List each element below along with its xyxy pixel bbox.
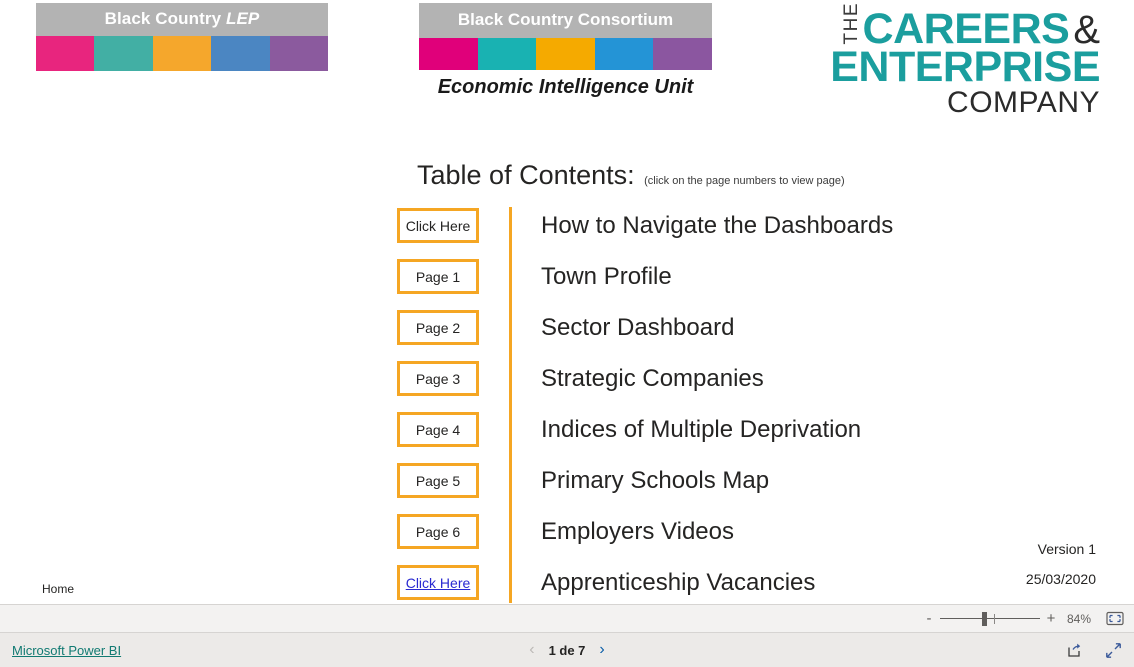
toc-row: Page 2 Sector Dashboard [397, 310, 1097, 361]
zoom-slider-tick [994, 613, 995, 624]
zoom-slider[interactable] [940, 611, 1040, 627]
lep-swatch-pink [36, 36, 95, 71]
toc-entry-label: Apprenticeship Vacancies [541, 569, 816, 596]
toc-row: Page 6 Employers Videos [397, 514, 1097, 565]
consortium-swatch-teal [477, 38, 537, 70]
toc-page-button-6[interactable]: Page 5 [397, 463, 479, 498]
consortium-logo-title: Black Country Consortium [419, 3, 712, 38]
toc-row: Click Here Apprenticeship Vacancies [397, 565, 1097, 604]
home-label[interactable]: Home [42, 582, 74, 596]
consortium-swatch-purple [653, 38, 712, 70]
page-indicator: 1 de 7 [548, 642, 586, 658]
lep-swatch-orange [152, 36, 212, 71]
page-subtitle: (click on the page numbers to view page) [644, 175, 845, 187]
cec-logo-line-one: THE CAREERS & [800, 2, 1100, 51]
page-title: Table of Contents: [417, 160, 635, 190]
toc-page-button-label: Page 1 [415, 268, 461, 285]
toc-page-button-3[interactable]: Page 2 [397, 310, 479, 345]
economic-intelligence-unit-caption: Economic Intelligence Unit [437, 76, 694, 98]
table-of-contents-list: Click Here How to Navigate the Dashboards… [397, 208, 1097, 604]
toc-row: Page 4 Indices of Multiple Deprivation [397, 412, 1097, 463]
black-country-consortium-logo: Black Country Consortium Economic Intell… [419, 3, 712, 99]
toc-row: Page 1 Town Profile [397, 259, 1097, 310]
toc-page-button-5[interactable]: Page 4 [397, 412, 479, 447]
toc-entry-label: Strategic Companies [541, 365, 764, 392]
toc-page-button-label: Page 4 [415, 421, 461, 438]
toc-entry-label: Primary Schools Map [541, 467, 770, 494]
zoom-slider-track [940, 617, 1040, 619]
toc-page-button-2[interactable]: Page 1 [397, 259, 479, 294]
consortium-swatch-amber [536, 38, 595, 70]
consortium-swatch-magenta [419, 38, 478, 70]
chevron-left-icon[interactable]: ‹ [529, 642, 534, 658]
footer-bar: Microsoft Power BI ‹ 1 de 7 › [0, 633, 1134, 667]
careers-enterprise-company-logo: THE CAREERS & ENTERPRISE COMPANY [800, 2, 1100, 118]
zoom-status-bar: - + 84% [0, 604, 1134, 633]
table-of-contents-heading: Table of Contents: (click on the page nu… [417, 160, 845, 191]
zoom-slider-thumb[interactable] [982, 611, 987, 626]
toc-page-button-label: Click Here [405, 574, 471, 591]
cec-company-text: COMPANY [947, 86, 1100, 120]
report-canvas: Black Country LEP Black Country Consorti… [0, 0, 1134, 604]
lep-logo-title-italic: LEP [226, 9, 260, 28]
fullscreen-icon[interactable] [1105, 642, 1122, 659]
footer-actions [1066, 642, 1122, 659]
zoom-in-button[interactable]: + [1044, 611, 1058, 626]
lep-logo-title-main: Black Country [104, 9, 222, 28]
chevron-right-icon[interactable]: › [599, 642, 604, 658]
lep-logo-swatches [36, 36, 329, 71]
toc-entry-label: Employers Videos [541, 518, 734, 545]
cec-enterprise-text: ENTERPRISE [830, 42, 1100, 91]
version-block: Version 1 25/03/2020 [1026, 542, 1096, 586]
toc-row: Click Here How to Navigate the Dashboards [397, 208, 1097, 259]
version-number: Version 1 [1037, 541, 1096, 557]
toc-page-button-label: Page 5 [415, 472, 461, 489]
toc-row: Page 5 Primary Schools Map [397, 463, 1097, 514]
zoom-out-button[interactable]: - [922, 611, 936, 626]
lep-swatch-teal [94, 36, 153, 71]
black-country-lep-logo: Black Country LEP [36, 3, 329, 71]
toc-page-button-label: Page 6 [415, 523, 461, 540]
toc-page-button-7[interactable]: Page 6 [397, 514, 479, 549]
lep-swatch-blue [211, 36, 270, 71]
toc-page-button-4[interactable]: Page 3 [397, 361, 479, 396]
toc-page-button-8[interactable]: Click Here [397, 565, 479, 600]
toc-page-button-label: Click Here [405, 217, 471, 234]
toc-entry-label: Town Profile [541, 263, 672, 290]
lep-logo-title: Black Country LEP [36, 3, 328, 36]
toc-row: Page 3 Strategic Companies [397, 361, 1097, 412]
toc-entry-label: How to Navigate the Dashboards [541, 212, 894, 239]
toc-page-button-label: Page 3 [415, 370, 461, 387]
cec-the-text: THE [840, 2, 862, 45]
version-date: 25/03/2020 [1025, 571, 1096, 587]
lep-swatch-purple [269, 36, 329, 71]
zoom-percentage: 84% [1066, 611, 1092, 626]
toc-entry-label: Indices of Multiple Deprivation [541, 416, 862, 443]
toc-entry-label: Sector Dashboard [541, 314, 735, 341]
fit-to-page-icon[interactable] [1106, 611, 1124, 626]
consortium-swatch-blue [594, 38, 654, 70]
toc-page-button-label: Page 2 [415, 319, 461, 336]
toc-page-button-1[interactable]: Click Here [397, 208, 479, 243]
page-navigation: ‹ 1 de 7 › [0, 642, 1134, 658]
share-icon[interactable] [1066, 642, 1083, 659]
consortium-logo-swatches [419, 38, 712, 70]
